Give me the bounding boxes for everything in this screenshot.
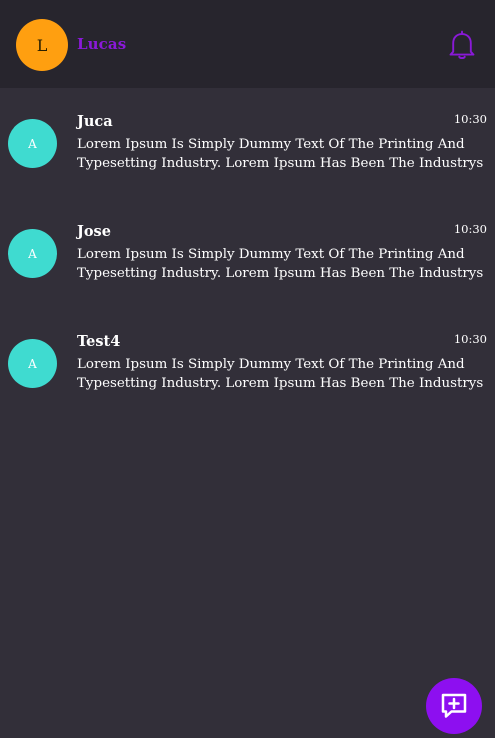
chat-message-preview: Lorem Ipsum Is Simply Dummy Text Of The … [77, 246, 487, 283]
chat-message-line: Lorem Ipsum Is Simply Dummy Text Of The … [77, 137, 465, 152]
new-chat-icon [441, 693, 467, 718]
chat-message-preview: Lorem Ipsum Is Simply Dummy Text Of The … [77, 136, 487, 173]
user-avatar[interactable]: L [16, 19, 68, 71]
chat-message-line: Typesetting Industry. Lorem Ipsum Has Be… [77, 265, 484, 281]
chat-contact-name: Juca [77, 113, 113, 130]
chat-avatar-initial: A [28, 246, 37, 261]
chat-message-line: Typesetting Industry. Lorem Ipsum Has Be… [77, 155, 484, 171]
chat-avatar: A [8, 339, 57, 388]
chat-item[interactable]: A Jose 10:30 Lorem Ipsum Is Simply Dummy… [0, 198, 495, 308]
bell-icon[interactable] [448, 30, 476, 60]
user-avatar-initial: L [36, 35, 48, 55]
chat-message-line: Typesetting Industry. Lorem Ipsum Has Be… [77, 375, 484, 391]
chat-timestamp: 10:30 [453, 112, 487, 126]
chat-message-line: Lorem Ipsum Is Simply Dummy Text Of The … [77, 357, 465, 372]
chat-message-line: Lorem Ipsum Is Simply Dummy Text Of The … [77, 247, 465, 262]
chat-timestamp: 10:30 [453, 332, 487, 346]
chat-contact-name: Test4 [77, 333, 121, 350]
chat-app: L Lucas A Juca 10:30 Lorem Ipsum Is Simp… [0, 0, 495, 738]
chat-message-preview: Lorem Ipsum Is Simply Dummy Text Of The … [77, 356, 487, 393]
chat-avatar-initial: A [28, 356, 37, 371]
chat-avatar: A [8, 119, 57, 168]
chat-timestamp: 10:30 [453, 222, 487, 236]
new-chat-button[interactable] [426, 678, 482, 734]
chat-item[interactable]: A Test4 10:30 Lorem Ipsum Is Simply Dumm… [0, 308, 495, 418]
chat-avatar-initial: A [28, 136, 37, 151]
user-name[interactable]: Lucas [77, 35, 126, 53]
chat-item[interactable]: A Juca 10:30 Lorem Ipsum Is Simply Dummy… [0, 88, 495, 198]
app-header: L Lucas [0, 0, 495, 88]
chat-avatar: A [8, 229, 57, 278]
chat-contact-name: Jose [77, 223, 111, 240]
